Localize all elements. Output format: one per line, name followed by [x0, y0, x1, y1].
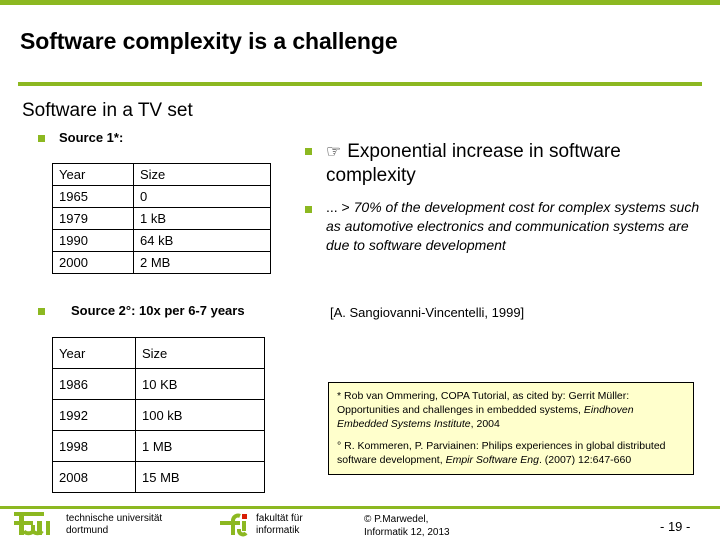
table-row: Year Size	[52, 337, 265, 369]
table-cell: 1965	[52, 185, 134, 208]
tu-dortmund-logo-icon	[14, 512, 50, 536]
table-source2: Year Size 1986 10 KB 1992 100 kB 1998 1 …	[52, 337, 265, 493]
top-accent-bar	[0, 0, 720, 5]
square-bullet-icon	[38, 308, 45, 315]
source1-bullet-row: Source 1*:	[38, 130, 123, 145]
table-cell: 1 kB	[133, 207, 271, 230]
fakultaet-informatik-logo-icon	[220, 513, 248, 537]
table-row: 1990 64 kB	[52, 229, 271, 252]
section-subheading: Software in a TV set	[22, 100, 193, 121]
university-line2: dortmund	[66, 525, 109, 536]
right-column: ☞ Exponential increase in software comple…	[305, 140, 705, 265]
page-number: - 19 -	[660, 519, 691, 534]
table-row: 1965 0	[52, 185, 271, 208]
table-cell: 1990	[52, 229, 134, 252]
table-cell: 1979	[52, 207, 134, 230]
cost-bullet-row: ... > 70% of the development cost for co…	[305, 198, 705, 255]
table-row: 1992 100 kB	[52, 399, 265, 431]
table-cell: 1992	[52, 399, 136, 431]
table-cell: 10 KB	[135, 368, 265, 400]
source1-label: Source 1*:	[59, 130, 124, 145]
faculty-line2: informatik	[256, 525, 300, 536]
table-cell: 15 MB	[135, 461, 265, 493]
citation-text: [A. Sangiovanni-Vincentelli, 1999]	[330, 305, 525, 320]
source2-bullet-row: Source 2°: 10x per 6-7 years	[38, 303, 245, 318]
table-cell: 1986	[52, 368, 136, 400]
copyright-block: © P.Marwedel, Informatik 12, 2013	[364, 513, 450, 539]
footnote-box: * Rob van Ommering, COPA Tutorial, as ci…	[328, 382, 694, 475]
cost-text-wrap: ... > 70% of the development cost for co…	[326, 198, 705, 255]
university-line1: technische universität	[66, 513, 163, 524]
table-cell: 1 MB	[135, 430, 265, 462]
university-name: technische universität dortmund	[66, 513, 162, 537]
page-title: Software complexity is a challenge	[20, 28, 398, 54]
table-source1: Year Size 1965 0 1979 1 kB 1990 64 kB 20…	[52, 163, 271, 274]
table-cell: 2000	[52, 251, 134, 274]
table-row: Year Size	[52, 163, 271, 186]
square-bullet-icon	[38, 135, 45, 142]
pointing-hand-icon: ☞	[326, 142, 342, 161]
footnote-ref2-part2: . (2007) 12:647-660	[538, 454, 632, 466]
footnote-ref2-italic: Empir Software Eng	[445, 454, 539, 466]
table-row: 2008 15 MB	[52, 461, 265, 493]
cost-text: 70% of the development cost for complex …	[326, 199, 700, 253]
conclusion-text-wrap: ☞ Exponential increase in software comple…	[326, 140, 705, 188]
footnote-ref2: ° R. Kommeren, P. Parviainen: Philips ex…	[337, 439, 685, 467]
table-row: 1979 1 kB	[52, 207, 271, 230]
table-header-cell: Year	[52, 163, 134, 186]
footer: technische universität dortmund fakultät…	[0, 509, 720, 540]
slide: Software complexity is a challenge Softw…	[0, 0, 720, 540]
faculty-name: fakultät für informatik	[256, 513, 303, 537]
square-bullet-icon	[305, 206, 312, 213]
table-row: 2000 2 MB	[52, 251, 271, 274]
table-cell: 0	[133, 185, 271, 208]
table-row: 1998 1 MB	[52, 430, 265, 462]
table-cell: 1998	[52, 430, 136, 462]
table-header-cell: Size	[135, 337, 265, 369]
copyright-line1: © P.Marwedel,	[364, 514, 429, 525]
table-row: 1986 10 KB	[52, 368, 265, 400]
table-cell: 2008	[52, 461, 136, 493]
copyright-line2: Informatik 12, 2013	[364, 527, 450, 538]
faculty-line1: fakultät für	[256, 513, 303, 524]
table-cell: 100 kB	[135, 399, 265, 431]
table-cell: 64 kB	[133, 229, 271, 252]
table-cell: 2 MB	[133, 251, 271, 274]
conclusion-text: Exponential increase in software complex…	[326, 141, 621, 186]
footnote-ref1: * Rob van Ommering, COPA Tutorial, as ci…	[337, 389, 685, 431]
square-bullet-icon	[305, 148, 312, 155]
conclusion-bullet-row: ☞ Exponential increase in software comple…	[305, 140, 705, 188]
footnote-ref1-part2: , 2004	[470, 418, 500, 430]
table-header-cell: Year	[52, 337, 136, 369]
title-divider	[18, 82, 702, 86]
cost-text-lead: ... >	[326, 199, 354, 215]
source2-label: Source 2°: 10x per 6-7 years	[71, 303, 245, 318]
footnote-ref1-marker: *	[337, 390, 345, 402]
table-header-cell: Size	[133, 163, 271, 186]
